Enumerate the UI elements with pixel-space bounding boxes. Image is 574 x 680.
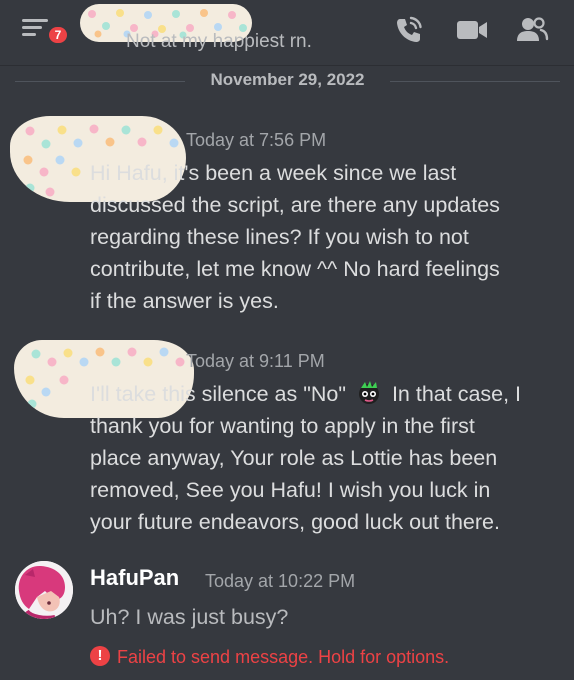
message-line: your future endeavors, good luck out the… (90, 510, 500, 534)
message-text-part: I'll take this silence as "No" (90, 382, 346, 406)
message-line: if the answer is yes. (90, 289, 279, 313)
message-timestamp: Today at 9:11 PM (186, 351, 325, 371)
message-line: regarding these lines? If you wish to no… (90, 225, 469, 249)
avatar[interactable] (15, 561, 73, 619)
message-content[interactable]: I'll take this silence as "No" In that c… (90, 378, 560, 538)
message-line: I'll take this silence as "No" In that c… (90, 378, 560, 410)
date-divider: November 29, 2022 (15, 68, 560, 94)
hamburger-menu-icon[interactable] (22, 17, 48, 39)
message-line: contribute, let me know ^^ No hard feeli… (90, 257, 500, 281)
message-line: Hi Hafu, it's been a week since we last (90, 161, 457, 185)
members-icon[interactable] (515, 14, 549, 46)
divider-date: November 29, 2022 (210, 70, 365, 89)
divider-line-right (390, 81, 560, 82)
message-content[interactable]: Hi Hafu, it's been a week since we last … (90, 157, 560, 317)
message-timestamp: Today at 10:22 PM (205, 571, 356, 591)
message-line: discussed the script, are there any upda… (90, 193, 500, 217)
message-line: removed, See you Hafu! I wish you luck i… (90, 478, 491, 502)
message-content[interactable]: Uh? I was just busy? (90, 601, 560, 633)
video-call-icon[interactable] (455, 14, 489, 46)
unread-badge: 7 (46, 24, 70, 46)
username[interactable]: HafuPan (90, 565, 179, 591)
custom-emoji-icon[interactable] (356, 379, 382, 405)
message-timestamp: Today at 7:56 PM (186, 130, 327, 150)
phone-call-icon[interactable] (392, 14, 424, 46)
message-line: thank you for wanting to apply in the fi… (90, 414, 475, 438)
channel-header: 7 Not at my happiest rn. (0, 0, 574, 66)
message-line: place anyway, Your role as Lottie has be… (90, 446, 498, 470)
channel-status-text: Not at my happiest rn. (126, 31, 312, 52)
message-text-part: In that case, I (391, 382, 522, 406)
error-icon: ! (90, 646, 110, 666)
failed-message-notice[interactable]: Failed to send message. Hold for options… (117, 647, 449, 668)
